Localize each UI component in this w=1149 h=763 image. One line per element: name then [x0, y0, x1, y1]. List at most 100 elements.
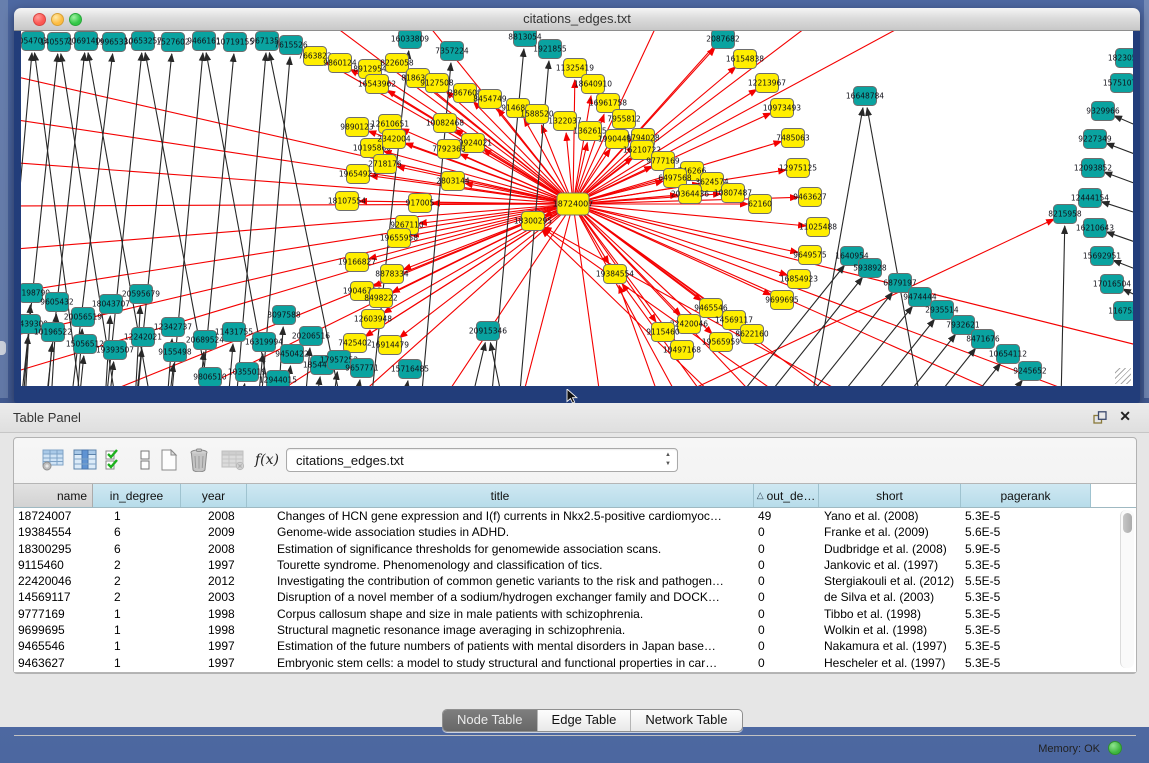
- tab-edge-table[interactable]: Edge Table: [538, 710, 632, 731]
- window-titlebar[interactable]: citations_edges.txt: [14, 8, 1140, 31]
- status-bar: Memory: OK: [14, 735, 1136, 763]
- table-panel-title: Table Panel: [13, 410, 81, 425]
- graph-edge: [1101, 202, 1133, 221]
- show-columns-icon[interactable]: [72, 447, 98, 473]
- table-cell: 5.3E-5: [961, 655, 1091, 671]
- table-cell: 2012: [181, 573, 247, 589]
- graph-node-label: 9463627: [793, 193, 827, 202]
- graph-node-label: 12444154: [1071, 194, 1109, 203]
- table-cell: 5.9E-5: [961, 541, 1091, 557]
- table-cell: 0: [754, 524, 819, 540]
- table-cell: 2: [93, 557, 181, 573]
- graph-node-label: 7357224: [435, 47, 469, 56]
- graph-edge: [47, 344, 52, 386]
- table-cell: 49: [754, 508, 819, 524]
- table-cell: Genome-wide association studies in ADHD.: [247, 524, 754, 540]
- graph-node-label: 7425402: [338, 339, 372, 348]
- graph-node-label: 12975125: [779, 164, 817, 173]
- graph-node-label: 19393507: [96, 346, 134, 355]
- graph-node-label: 1322037: [548, 117, 582, 126]
- graph-node-label: 9777169: [646, 157, 680, 166]
- toggle-rows-icon[interactable]: [132, 447, 158, 473]
- graph-node-label: 18724007: [553, 200, 594, 209]
- graph-edge: [241, 384, 245, 386]
- table-row[interactable]: 1456911722003Disruption of a novel membe…: [14, 589, 1136, 605]
- delete-table-disabled-icon[interactable]: [220, 447, 246, 473]
- sidebar-collapse-handle[interactable]: [0, 341, 6, 355]
- table-row[interactable]: 1938455462009Genome-wide association stu…: [14, 524, 1136, 540]
- window-title: citations_edges.txt: [14, 11, 1140, 26]
- graph-node-label: 9699695: [765, 296, 799, 305]
- table-select-dropdown[interactable]: citations_edges.txt ▲▼: [286, 448, 678, 472]
- table-cell: de Silva et al. (2003): [819, 589, 961, 605]
- table-cell: Franke et al. (2009): [819, 524, 961, 540]
- table-settings-icon[interactable]: [40, 447, 66, 473]
- float-panel-icon[interactable]: [1093, 411, 1107, 424]
- table-cell: 1: [93, 606, 181, 622]
- table-cell: 1998: [181, 622, 247, 638]
- graph-node-label: 19655958: [380, 234, 418, 243]
- graph-edge: [583, 208, 1021, 386]
- table-row[interactable]: 946554611997Estimation of the future num…: [14, 638, 1136, 654]
- table-row[interactable]: 969969511998Structural magnetic resonanc…: [14, 622, 1136, 638]
- graph-node-label: 20915346: [469, 327, 507, 336]
- function-builder-icon[interactable]: f(x): [254, 447, 280, 473]
- network-canvas[interactable]: 1872400718300295193845541810755491700592…: [21, 31, 1133, 386]
- table-row[interactable]: 946362711997Embryonic stem cells: a mode…: [14, 655, 1136, 671]
- graph-edge: [1104, 172, 1133, 193]
- table-cell: 0: [754, 541, 819, 557]
- memory-status-indicator[interactable]: [1108, 741, 1122, 755]
- table-cell: 1997: [181, 655, 247, 671]
- table-row[interactable]: 2242004622012Investigating the contribut…: [14, 573, 1136, 589]
- table-row[interactable]: 1872400712008Changes of HCN gene express…: [14, 508, 1136, 524]
- graph-node-label: 18107554: [328, 197, 366, 206]
- graph-node-label: 18043707: [92, 300, 130, 309]
- graph-node-label: 12610651: [371, 120, 409, 129]
- graph-node-label: 2087682: [706, 35, 740, 44]
- column-header-title[interactable]: title: [247, 484, 754, 507]
- sort-ascending-icon: △: [757, 490, 764, 501]
- table-cell: 2008: [181, 508, 247, 524]
- column-header-in_degree[interactable]: in_degree: [93, 484, 181, 507]
- column-header-label: out_de…: [767, 489, 816, 503]
- table-cell: Estimation of significance thresholds fo…: [247, 541, 754, 557]
- graph-node-label: 12242021: [124, 333, 162, 342]
- table-cell: 22420046: [14, 573, 93, 589]
- graph-node-label: 20206516: [292, 332, 330, 341]
- graph-node-label: 5938928: [853, 264, 887, 273]
- column-header-name[interactable]: name: [14, 484, 93, 507]
- table-cell: 6: [93, 524, 181, 540]
- close-panel-icon[interactable]: ✕: [1119, 408, 1131, 425]
- table-row[interactable]: 977716911998Corpus callosum shape and si…: [14, 606, 1136, 622]
- column-header-short[interactable]: short: [819, 484, 961, 507]
- table-toolbar: f(x) citations_edges.txt ▲▼: [14, 438, 1136, 482]
- table-cell: Nakamura et al. (1997): [819, 638, 961, 654]
- graph-node-label: 19384554: [596, 270, 634, 279]
- new-document-icon[interactable]: [156, 447, 182, 473]
- graph-node-label: 10973493: [763, 104, 801, 113]
- graph-node-label: 20689524: [186, 336, 224, 345]
- select-rows-icon[interactable]: [102, 447, 128, 473]
- table-row[interactable]: 1830029562008Estimation of significance …: [14, 541, 1136, 557]
- tab-node-table[interactable]: Node Table: [443, 710, 538, 731]
- column-header-out_de[interactable]: △out_de…: [754, 484, 819, 507]
- delete-trash-icon[interactable]: [186, 447, 212, 473]
- table-scrollbar-thumb[interactable]: [1123, 513, 1132, 533]
- table-scrollbar[interactable]: [1120, 510, 1134, 668]
- tab-network-table[interactable]: Network Table: [631, 710, 741, 731]
- table-cell: 5.5E-5: [961, 573, 1091, 589]
- column-header-label: short: [876, 489, 903, 503]
- table-cell: Hescheler et al. (1997): [819, 655, 961, 671]
- graph-edge: [835, 306, 912, 386]
- graph-node-label: 8622160: [735, 330, 769, 339]
- graph-node-label: 7932621: [946, 321, 980, 330]
- window-resize-grip[interactable]: [1115, 368, 1131, 384]
- table-cell: 0: [754, 606, 819, 622]
- column-header-pagerank[interactable]: pagerank: [961, 484, 1091, 507]
- column-header-year[interactable]: year: [181, 484, 247, 507]
- table-row[interactable]: 911546021997Tourette syndrome. Phenomeno…: [14, 557, 1136, 573]
- graph-node-label: 9474444: [903, 293, 937, 302]
- graph-edge: [228, 344, 233, 386]
- table-cell: 0: [754, 622, 819, 638]
- attribute-table: namein_degreeyeartitle△out_de… short pager…: [14, 483, 1136, 673]
